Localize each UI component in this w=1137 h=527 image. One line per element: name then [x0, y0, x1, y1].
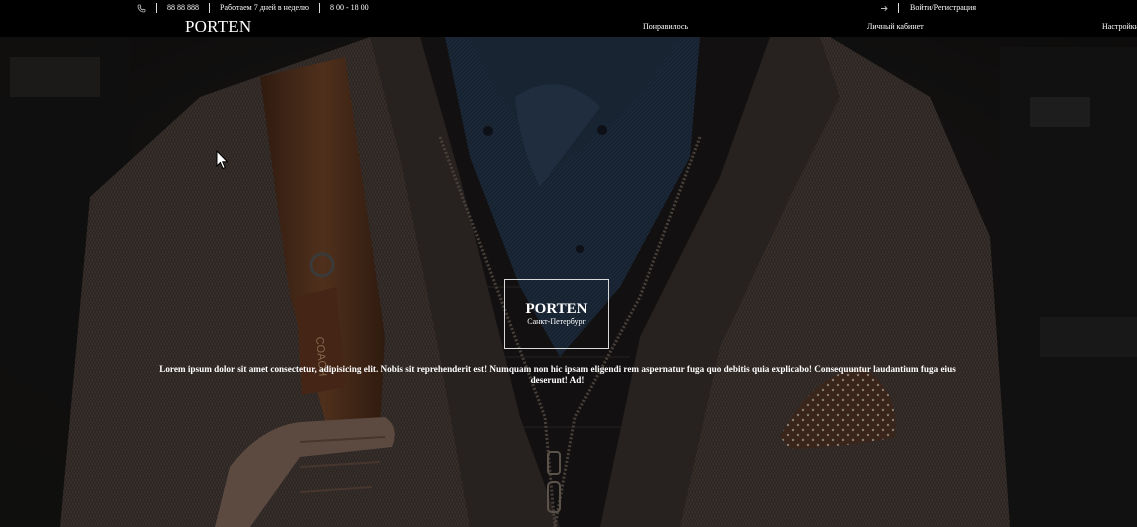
nav-account-link[interactable]: Личный кабинет [867, 16, 924, 38]
hero-brand-box: PORTEN Санкт-Петербург [504, 279, 609, 349]
top-info-bar: 88 88 888 Работаем 7 дней в неделю 8 00 … [0, 0, 1137, 16]
divider [209, 3, 210, 13]
working-hours-text: 8 00 - 18 00 [330, 3, 369, 12]
divider [156, 3, 157, 13]
hero-brand-title: PORTEN [525, 301, 588, 317]
working-days-text: Работаем 7 дней в неделю [220, 3, 309, 12]
divider [319, 3, 320, 13]
hero-description: Lorem ipsum dolor sit amet consectetur, … [159, 364, 956, 385]
phone-number-link[interactable]: 88 88 888 [167, 0, 199, 16]
main-navbar: PORTEN Понравилось Личный кабинет Настро… [0, 16, 1137, 37]
site-logo[interactable]: PORTEN [185, 16, 251, 37]
hero-brand-city: Санкт-Петербург [527, 317, 586, 326]
nav-favorites-link[interactable]: Понравилось [643, 16, 688, 38]
mouse-cursor-icon [216, 149, 229, 175]
nav-settings-link[interactable]: Настройки [1102, 16, 1137, 38]
divider [898, 3, 899, 13]
login-register-link[interactable]: Войти/Регистрация [910, 0, 976, 16]
